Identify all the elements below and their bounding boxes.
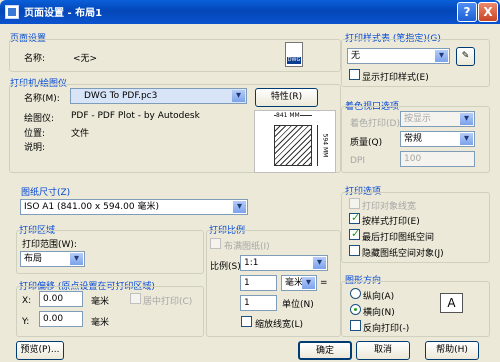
page-setup-name-label: 名称:: [24, 54, 46, 64]
plot-lineweights-label: 打印对象线宽: [362, 202, 417, 212]
plot-style-select[interactable]: 无: [347, 48, 450, 64]
printer-name-select[interactable]: DWG To PDF.pc3: [70, 88, 247, 104]
center-plot-label: 居中打印(C): [143, 297, 193, 307]
fit-to-paper-label: 布满图纸(I): [224, 242, 270, 252]
offset-x-input[interactable]: 0.00: [39, 291, 83, 307]
description-label: 说明:: [24, 143, 46, 153]
paper-preview: 841 MM 594 MM: [254, 110, 336, 173]
shade-plot-value: 按显示: [404, 114, 432, 124]
show-plot-styles-label: 显示打印样式(E): [362, 73, 429, 83]
hide-paperspace-checkbox[interactable]: [349, 245, 360, 256]
scale-unit-select[interactable]: 毫米: [281, 275, 317, 291]
scale-value1-input[interactable]: 1: [240, 275, 277, 291]
scale-unit2-label: 单位(N): [282, 300, 314, 310]
scale-value2-input[interactable]: 1: [240, 295, 277, 311]
paper-height-label: 594 MM: [321, 133, 329, 158]
offset-y-unit: 毫米: [91, 318, 110, 328]
plot-with-styles-checkbox[interactable]: [349, 211, 360, 224]
scale-lineweights-label: 缩放线宽(L): [255, 320, 304, 330]
portrait-label: 纵向(A): [363, 292, 395, 302]
paper-width-label: 841 MM: [276, 112, 300, 119]
landscape-radio[interactable]: [350, 304, 361, 315]
dwg-file-icon: DWG: [285, 42, 303, 67]
cancel-button[interactable]: 取消: [356, 341, 410, 360]
plot-style-value: 无: [351, 51, 361, 61]
plot-range-label: 打印范围(W):: [22, 240, 77, 250]
orientation-preview-icon: A: [440, 293, 463, 313]
paper-size-value: ISO A1 (841.00 x 594.00 毫米): [24, 202, 159, 212]
title-bar: 页面设置 - 布局1 ? X: [0, 0, 500, 24]
offset-y-label: Y:: [22, 317, 30, 327]
scale-lineweights-checkbox[interactable]: [241, 316, 252, 327]
close-title-button[interactable]: X: [478, 2, 498, 22]
fit-to-paper-checkbox[interactable]: [210, 238, 221, 249]
location-value: 文件: [71, 129, 90, 139]
landscape-label: 横向(N): [363, 308, 395, 318]
ok-button[interactable]: 确定: [298, 341, 352, 360]
properties-button[interactable]: 特性(R): [255, 88, 318, 107]
paper-size-title: 图纸尺寸(Z): [21, 188, 71, 198]
plotter-value: PDF - PDF Plot - by Autodesk: [71, 111, 200, 121]
location-label: 位置:: [24, 129, 46, 139]
plot-with-styles-label: 按样式打印(E): [362, 217, 420, 227]
show-plot-styles-checkbox[interactable]: [349, 69, 360, 80]
shade-plot-label: 着色打印(D): [350, 119, 400, 129]
upside-down-checkbox[interactable]: [350, 320, 361, 331]
portrait-radio[interactable]: [350, 288, 361, 299]
offset-x-label: X:: [22, 296, 32, 306]
scale-label: 比例(S):: [210, 262, 244, 272]
edit-plot-style-button[interactable]: ✎: [456, 47, 475, 66]
offset-x-unit: 毫米: [91, 297, 110, 307]
dpi-label: DPI: [350, 156, 366, 166]
offset-y-input[interactable]: 0.00: [39, 311, 83, 327]
page-setup-name-value: <无>: [73, 54, 98, 64]
help-title-button[interactable]: ?: [457, 2, 477, 22]
dpi-input[interactable]: 100: [400, 151, 475, 167]
printer-name-label: 名称(M):: [24, 94, 60, 104]
quality-value: 常规: [404, 134, 423, 144]
window-title: 页面设置 - 布局1: [24, 8, 103, 19]
scale-unit-value: 毫米: [285, 278, 304, 288]
paper-preview-sheet: [274, 125, 312, 166]
preview-button[interactable]: 预览(P)...: [16, 341, 64, 360]
quality-label: 质量(Q): [350, 138, 383, 148]
app-icon: [5, 5, 19, 19]
scale-equals-sign: =: [320, 278, 328, 288]
plot-paperspace-last-label: 最后打印图纸空间: [362, 233, 435, 243]
help-button[interactable]: 帮助(H): [425, 341, 479, 360]
paper-size-select[interactable]: ISO A1 (841.00 x 594.00 毫米): [20, 199, 248, 215]
printer-name-value: DWG To PDF.pc3: [84, 91, 158, 101]
plot-lineweights-checkbox[interactable]: [349, 198, 360, 209]
plot-paperspace-last-checkbox[interactable]: [349, 227, 360, 240]
quality-select[interactable]: 常规: [400, 131, 475, 147]
scale-value: 1:1: [244, 258, 259, 268]
center-plot-checkbox[interactable]: [130, 293, 141, 304]
plot-range-value: 布局: [24, 254, 43, 264]
hide-paperspace-label: 隐藏图纸空间对象(J): [362, 249, 444, 259]
plotter-label: 绘图仪:: [24, 114, 55, 124]
scale-select[interactable]: 1:1: [240, 255, 328, 271]
upside-down-label: 反向打印(-): [363, 324, 410, 334]
shade-plot-select[interactable]: 按显示: [400, 111, 475, 127]
plot-range-select[interactable]: 布局: [20, 251, 85, 267]
